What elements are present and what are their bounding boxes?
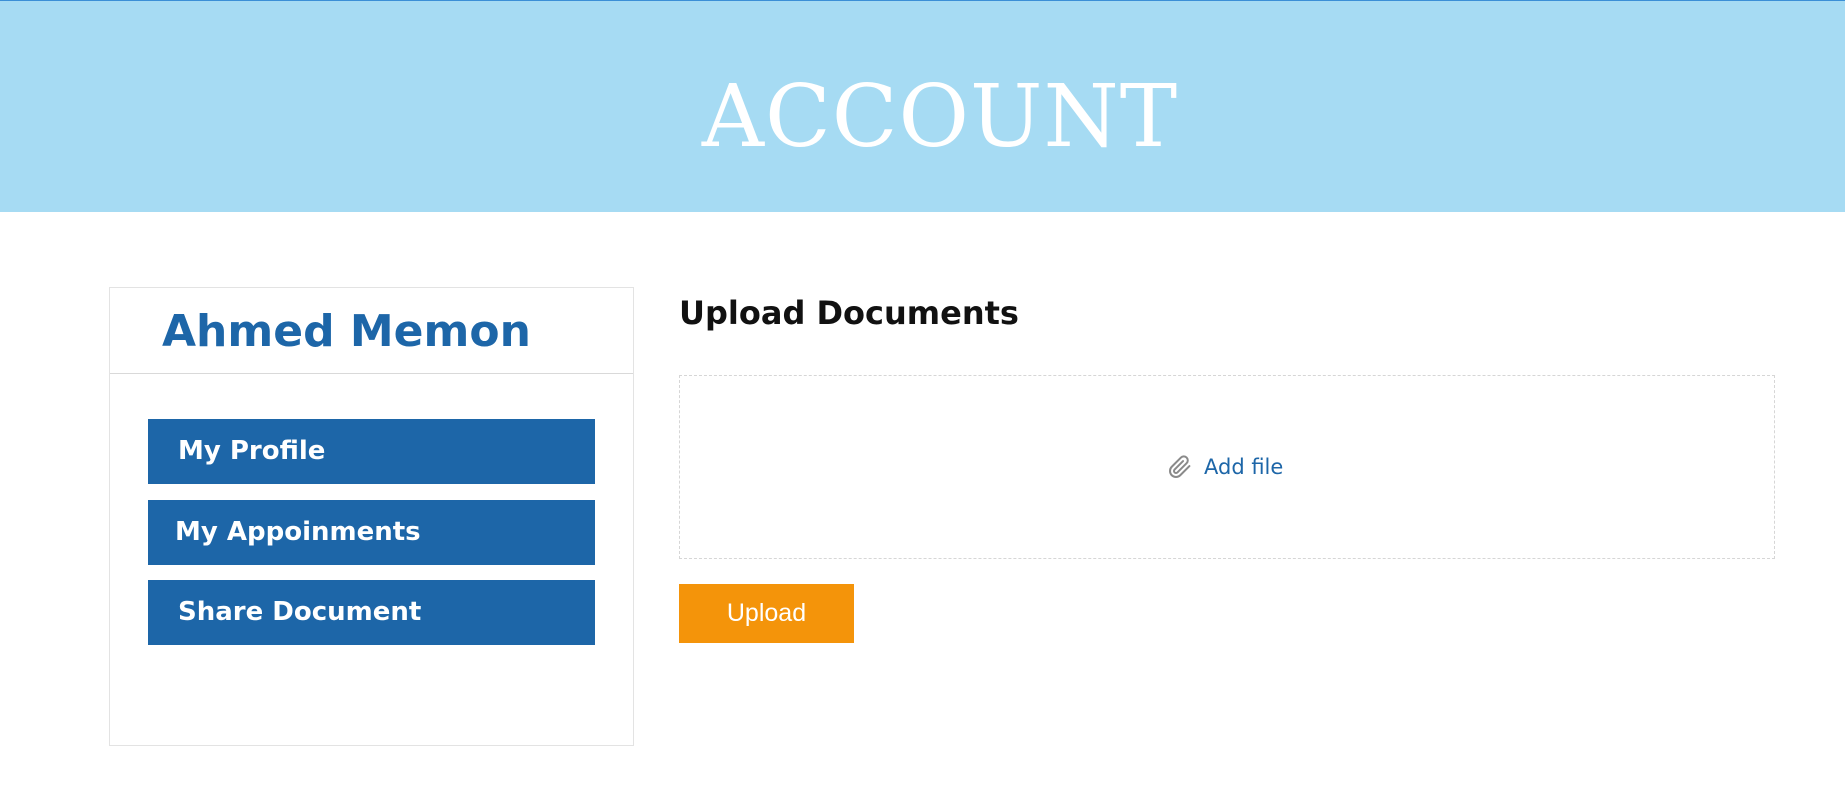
sidebar-item-my-profile[interactable]: My Profile: [148, 419, 595, 484]
sidebar-item-my-appointments[interactable]: My Appoinments: [148, 500, 595, 565]
account-sidebar: Ahmed Memon My Profile My Appoinments Sh…: [109, 287, 634, 746]
sidebar-item-share-document[interactable]: Share Document: [148, 580, 595, 645]
upload-documents-heading: Upload Documents: [679, 294, 1019, 332]
paperclip-icon: [1168, 454, 1192, 480]
add-file-button[interactable]: Add file: [1168, 454, 1283, 480]
account-page: ACCOUNT Ahmed Memon My Profile My Appoin…: [0, 0, 1845, 789]
add-file-label: Add file: [1204, 455, 1284, 479]
file-dropzone[interactable]: Add file: [679, 375, 1775, 559]
page-banner: ACCOUNT: [0, 0, 1845, 212]
sidebar-header: Ahmed Memon: [110, 288, 633, 374]
upload-button[interactable]: Upload: [679, 584, 854, 643]
page-title: ACCOUNT: [701, 67, 1179, 167]
user-name: Ahmed Memon: [162, 306, 531, 357]
